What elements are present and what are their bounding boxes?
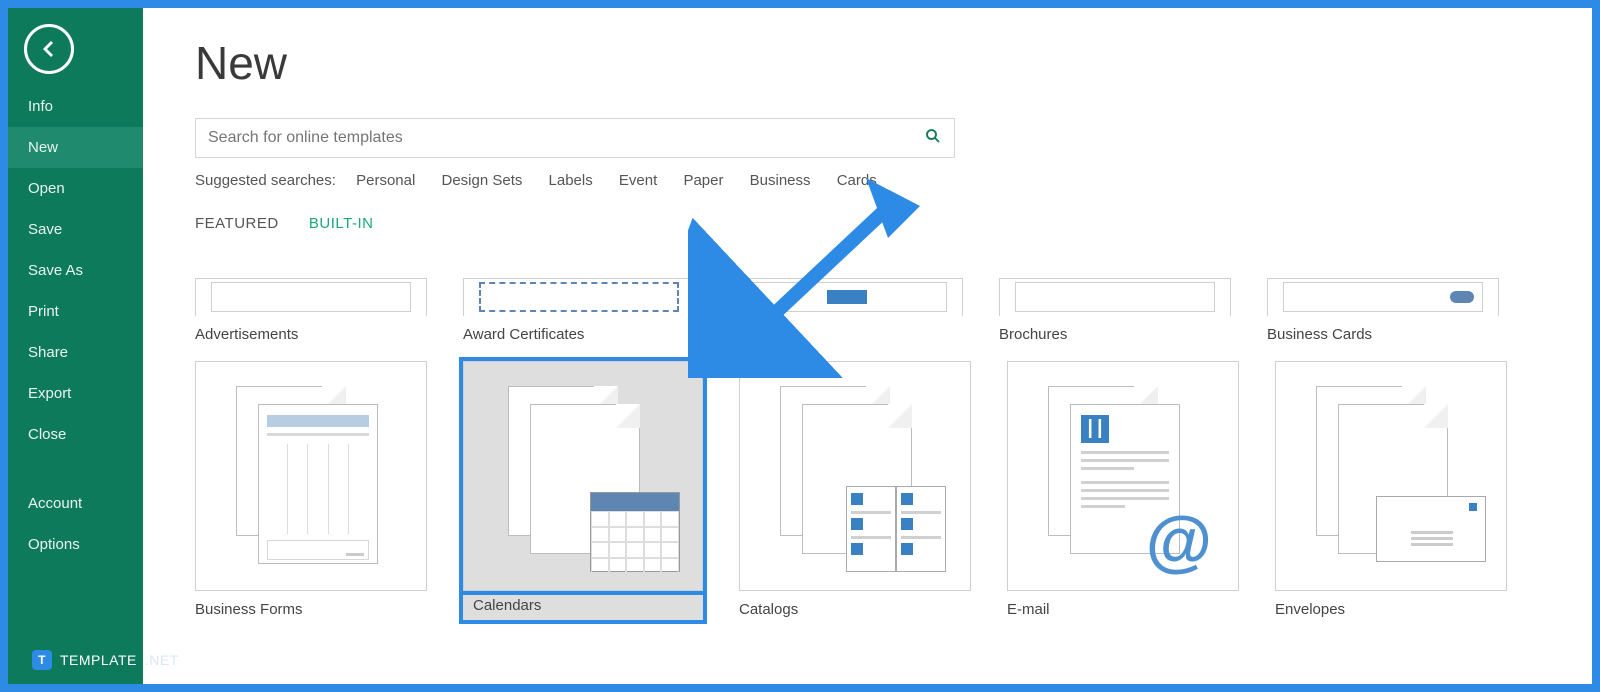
suggested-labels[interactable]: Labels (549, 172, 593, 189)
template-grid: Advertisements Award Certificates Bers B… (195, 278, 1572, 638)
backstage-menu: Info New Open Save Save As Print Share E… (8, 86, 143, 565)
backstage-sidebar: Info New Open Save Save As Print Share E… (8, 8, 143, 684)
label-banners: Bers (731, 326, 963, 343)
template-search[interactable] (195, 118, 955, 158)
template-tabs: FEATURED BUILT-IN (195, 215, 1550, 232)
tile-calendars[interactable]: Calendars (463, 361, 703, 620)
tile-brochures[interactable]: Brochures (999, 278, 1231, 343)
label-catalogs: Catalogs (739, 601, 971, 618)
menu-close[interactable]: Close (8, 414, 143, 455)
envelope-icon (1376, 496, 1486, 562)
tab-builtin[interactable]: BUILT-IN (309, 215, 374, 232)
tile-envelopes[interactable]: Envelopes (1275, 361, 1507, 620)
tile-advertisements[interactable]: Advertisements (195, 278, 427, 343)
search-icon[interactable] (924, 127, 942, 150)
catalog-icon (846, 486, 946, 572)
suggested-label: Suggested searches: (195, 172, 336, 189)
thumb-calendars (463, 361, 703, 591)
calendar-icon (590, 492, 680, 572)
suggested-paper[interactable]: Paper (683, 172, 723, 189)
watermark-tld: .NET (145, 652, 179, 668)
tile-email[interactable]: ┃┃ @ E-mail (1007, 361, 1239, 620)
menu-info[interactable]: Info (8, 86, 143, 127)
main-content: New Suggested searches: Personal Design … (143, 8, 1592, 684)
thumb-envelopes (1275, 361, 1507, 591)
label-advertisements: Advertisements (195, 326, 427, 343)
grid-row-1: Advertisements Award Certificates Bers B… (195, 278, 1572, 343)
suggested-business[interactable]: Business (750, 172, 811, 189)
tile-catalogs[interactable]: Catalogs (739, 361, 971, 620)
label-envelopes: Envelopes (1275, 601, 1507, 618)
suggested-event[interactable]: Event (619, 172, 657, 189)
menu-save[interactable]: Save (8, 209, 143, 250)
tile-business-cards[interactable]: Business Cards (1267, 278, 1499, 343)
tab-featured[interactable]: FEATURED (195, 215, 279, 232)
suggested-design-sets[interactable]: Design Sets (441, 172, 522, 189)
thumb-catalogs (739, 361, 971, 591)
suggested-personal[interactable]: Personal (356, 172, 415, 189)
thumb-award-certificates (463, 278, 695, 316)
grid-row-2: Business Forms Calendars (195, 361, 1572, 620)
label-calendars: Calendars (473, 597, 693, 614)
label-business-cards: Business Cards (1267, 326, 1499, 343)
back-button[interactable] (24, 24, 74, 74)
label-email: E-mail (1007, 601, 1239, 618)
menu-share[interactable]: Share (8, 332, 143, 373)
label-brochures: Brochures (999, 326, 1231, 343)
search-input[interactable] (208, 129, 924, 147)
thumb-banners (731, 278, 963, 316)
page-title: New (195, 36, 1550, 90)
watermark-brand: TEMPLATE (60, 652, 137, 668)
menu-options[interactable]: Options (8, 524, 143, 565)
watermark: T TEMPLATE .NET (32, 650, 179, 670)
menu-open[interactable]: Open (8, 168, 143, 209)
menu-print[interactable]: Print (8, 291, 143, 332)
menu-save-as[interactable]: Save As (8, 250, 143, 291)
menu-account[interactable]: Account (8, 483, 143, 524)
watermark-icon: T (32, 650, 52, 670)
menu-new[interactable]: New (8, 127, 143, 168)
suggested-cards[interactable]: Cards (837, 172, 877, 189)
at-icon: @ (1146, 502, 1212, 580)
thumb-email: ┃┃ @ (1007, 361, 1239, 591)
menu-export[interactable]: Export (8, 373, 143, 414)
label-business-forms: Business Forms (195, 601, 427, 618)
tile-banners[interactable]: Bers (731, 278, 963, 343)
thumb-business-cards (1267, 278, 1499, 316)
tile-award-certificates[interactable]: Award Certificates (463, 278, 695, 343)
thumb-brochures (999, 278, 1231, 316)
back-arrow-icon (37, 37, 61, 61)
label-award-certificates: Award Certificates (463, 326, 695, 343)
suggested-searches: Suggested searches: Personal Design Sets… (195, 172, 1550, 189)
tile-business-forms[interactable]: Business Forms (195, 361, 427, 620)
thumb-advertisements (195, 278, 427, 316)
thumb-business-forms (195, 361, 427, 591)
